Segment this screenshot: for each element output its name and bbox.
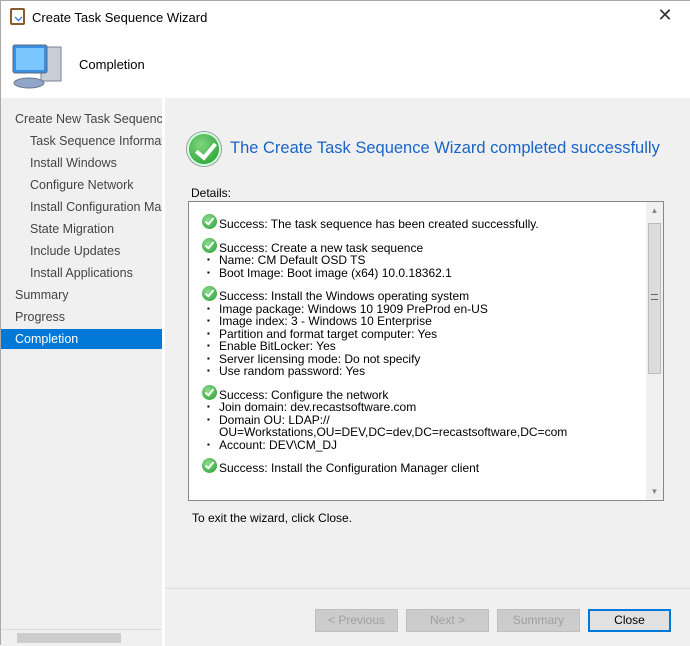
detail-list: Name: CM Default OSD TSBoot Image: Boot … [203, 254, 647, 279]
page-title: Completion [79, 57, 145, 72]
details-section: Success: Install the Windows operating s… [189, 286, 647, 378]
detail-item: Boot Image: Boot image (x64) 10.0.18362.… [203, 266, 647, 280]
details-section: Success: Install the Configuration Manag… [189, 458, 647, 475]
exit-instructions: To exit the wizard, click Close. [192, 511, 353, 525]
scroll-up-arrow-icon[interactable]: ▲ [646, 202, 663, 219]
details-section: Success: Create a new task sequenceName:… [189, 237, 647, 280]
section-title-text: Success: Install the Configuration Manag… [219, 461, 480, 475]
section-title-text: Success: The task sequence has been crea… [219, 217, 539, 231]
sidebar-item: Install Applications [30, 266, 133, 280]
sidebar-item: Install Windows [30, 156, 117, 170]
sidebar-item: Summary [15, 288, 69, 302]
wizard-header: Completion [1, 33, 690, 98]
sidebar-item: Task Sequence Information [30, 134, 162, 148]
section-title-text: Success: Install the Windows operating s… [219, 289, 470, 303]
previous-button[interactable]: < Previous [315, 609, 398, 632]
sidebar-item: Progress [15, 310, 66, 324]
details-section: Success: The task sequence has been crea… [189, 214, 647, 231]
wizard-clipboard-icon [10, 8, 25, 25]
computer-icon [12, 44, 62, 89]
success-check-icon [202, 286, 217, 301]
sidebar-item: Completion [1, 329, 162, 349]
details-box[interactable]: Success: The task sequence has been crea… [188, 201, 664, 501]
detail-list: Image package: Windows 10 1909 PreProd e… [203, 302, 647, 378]
details-label: Details: [191, 186, 232, 200]
sidebar-item: Configure Network [30, 178, 134, 192]
success-check-icon [202, 214, 217, 229]
detail-item: Account: DEV\CM_DJ [203, 438, 647, 452]
close-button[interactable]: Close [588, 609, 671, 632]
sidebar-item: Create New Task Sequence [15, 112, 162, 126]
scrollbar-thumb[interactable] [17, 633, 121, 643]
main-panel: The Create Task Sequence Wizard complete… [165, 98, 690, 646]
scroll-down-arrow-icon[interactable]: ▼ [646, 483, 663, 500]
success-check-icon [202, 458, 217, 473]
title-bar: Create Task Sequence Wizard ✕ [1, 1, 690, 33]
sidebar-item: State Migration [30, 222, 115, 236]
sidebar-item: Install Configuration Manager [30, 200, 162, 214]
section-title: Success: The task sequence has been crea… [202, 214, 647, 231]
wizard-steps-sidebar: Create New Task Sequence Task Sequence In… [1, 98, 162, 629]
grip-icon [651, 294, 658, 300]
scrollbar-thumb[interactable] [648, 223, 661, 374]
next-button[interactable]: Next > [406, 609, 489, 632]
section-title: Success: Install the Configuration Manag… [202, 458, 647, 475]
success-check-icon [202, 384, 217, 400]
section-title: Success: Install the Windows operating s… [202, 286, 647, 303]
detail-item: Enable BitLocker: Yes [203, 340, 647, 353]
summary-button[interactable]: Summary [497, 609, 580, 632]
window-title: Create Task Sequence Wizard [32, 10, 208, 25]
footer-separator [165, 588, 690, 589]
details-vertical-scrollbar[interactable]: ▲ ▼ [646, 202, 663, 500]
success-check-icon [187, 132, 221, 166]
success-check-icon [202, 237, 217, 253]
completion-headline: The Create Task Sequence Wizard complete… [230, 139, 660, 157]
detail-list: Join domain: dev.recastsoftware.comDomai… [203, 401, 647, 451]
details-section: Success: Configure the networkJoin domai… [189, 384, 647, 452]
detail-item: Join domain: dev.recastsoftware.com [203, 401, 647, 414]
sidebar-item: Include Updates [30, 244, 121, 258]
details-content: Success: The task sequence has been crea… [189, 202, 647, 475]
detail-item: Domain OU: LDAP:// OU=Workstations,OU=DE… [203, 413, 647, 439]
detail-item: Name: CM Default OSD TS [203, 254, 647, 267]
detail-item: Image index: 3 - Windows 10 Enterprise [203, 315, 647, 328]
close-window-button[interactable]: ✕ [653, 5, 677, 26]
detail-item: Use random password: Yes [203, 365, 647, 378]
sidebar-horizontal-scrollbar[interactable] [1, 629, 162, 646]
